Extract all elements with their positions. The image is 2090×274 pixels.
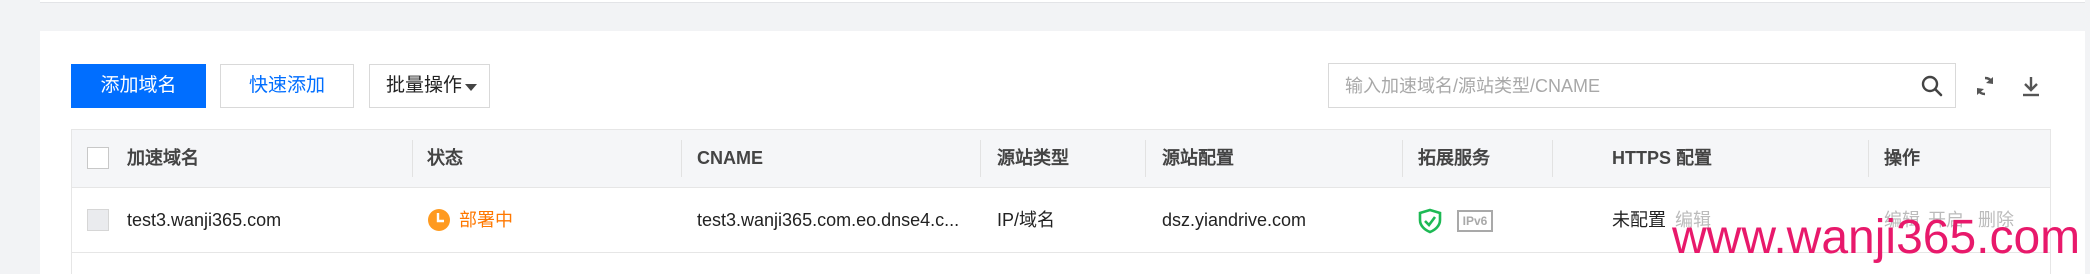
- column-header-status: 状态: [427, 148, 463, 168]
- search-input[interactable]: [1343, 64, 1907, 109]
- column-divider: [980, 140, 981, 177]
- quick-add-button[interactable]: 快速添加: [220, 64, 354, 108]
- clock-icon: [428, 209, 450, 231]
- column-divider: [681, 140, 682, 177]
- caret-down-icon: [465, 84, 477, 91]
- batch-operations-label: 批量操作: [386, 75, 463, 96]
- column-divider: [1552, 140, 1553, 177]
- origin-config-value: dsz.yiandrive.com: [1162, 210, 1307, 230]
- shield-check-icon[interactable]: [1417, 208, 1443, 234]
- select-all-checkbox[interactable]: [87, 147, 109, 169]
- watermark-text: www.wanji365.com: [1672, 211, 2081, 264]
- domain-name: test3.wanji365.com: [127, 210, 282, 230]
- row-checkbox[interactable]: [87, 209, 109, 231]
- download-icon[interactable]: [2019, 74, 2043, 98]
- column-divider: [1402, 140, 1403, 177]
- origin-type-value: IP/域名: [997, 210, 1056, 230]
- search-icon[interactable]: [1921, 75, 1943, 97]
- column-divider: [1868, 140, 1869, 177]
- column-header-actions: 操作: [1884, 148, 1920, 168]
- column-header-extended-services: 拓展服务: [1418, 148, 1490, 168]
- status-text: 部署中: [459, 210, 513, 230]
- column-divider: [412, 140, 413, 177]
- column-header-origin-config: 源站配置: [1162, 148, 1234, 168]
- ipv6-badge[interactable]: IPv6: [1457, 210, 1493, 232]
- column-divider: [1145, 140, 1146, 177]
- column-header-domain: 加速域名: [127, 148, 199, 168]
- cname-value: test3.wanji365.com.eo.dnse4.c...: [697, 210, 960, 230]
- status-cell: 部署中: [427, 188, 513, 252]
- https-status: 未配置: [1612, 210, 1666, 230]
- search-box: [1328, 63, 1956, 109]
- refresh-icon[interactable]: [1973, 74, 1997, 98]
- column-header-cname: CNAME: [697, 148, 763, 168]
- top-panel-edge: [40, 0, 2085, 3]
- column-header-origin-type: 源站类型: [997, 148, 1069, 168]
- batch-operations-dropdown[interactable]: 批量操作: [369, 64, 490, 108]
- add-domain-button[interactable]: 添加域名: [71, 64, 206, 108]
- column-header-https: HTTPS 配置: [1612, 148, 1713, 168]
- table-header: 加速域名 状态 CNAME 源站类型 源站配置 拓展服务 HTTPS 配置 操作: [72, 130, 2050, 188]
